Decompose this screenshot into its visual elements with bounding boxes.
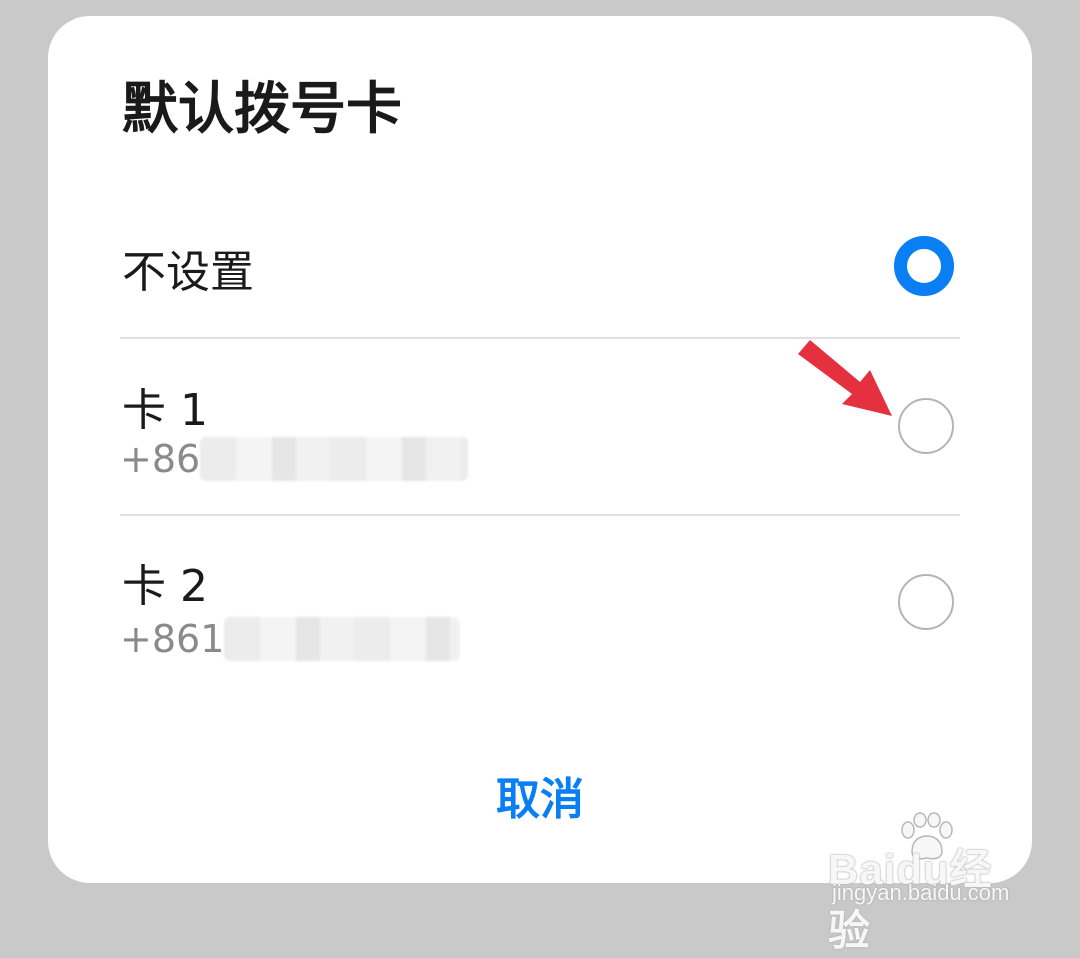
watermark-url: jingyan.baidu.com (832, 880, 1010, 905)
option-card-2-label: 卡 2 (122, 561, 208, 612)
option-card-2-number: +861 (120, 614, 461, 661)
option-card-2-number-prefix: +861 (120, 616, 225, 661)
redacted-phone-number (224, 616, 461, 661)
option-card-1-number: +86 (120, 434, 469, 481)
option-card-1-label: 卡 1 (122, 385, 208, 436)
annotation-arrow-icon (798, 340, 892, 416)
option-card-2[interactable]: 卡 2 +861 (120, 544, 960, 684)
dialog-title: 默认拨号卡 (122, 77, 402, 142)
redacted-phone-number (200, 436, 469, 481)
option-none[interactable]: 不设置 (120, 226, 960, 306)
option-none-label: 不设置 (122, 247, 254, 298)
default-dial-card-dialog: 默认拨号卡 不设置 卡 1 +86 卡 2 +861 取消 (48, 16, 1032, 883)
option-card-1-radio[interactable] (898, 398, 954, 454)
divider (120, 514, 960, 516)
option-card-2-radio[interactable] (898, 574, 954, 630)
option-none-radio-checked[interactable] (894, 236, 954, 296)
option-card-1-number-prefix: +86 (120, 436, 201, 481)
baidu-jingyan-watermark: Baidu经验 jingyan.baidu.com (828, 812, 1028, 954)
